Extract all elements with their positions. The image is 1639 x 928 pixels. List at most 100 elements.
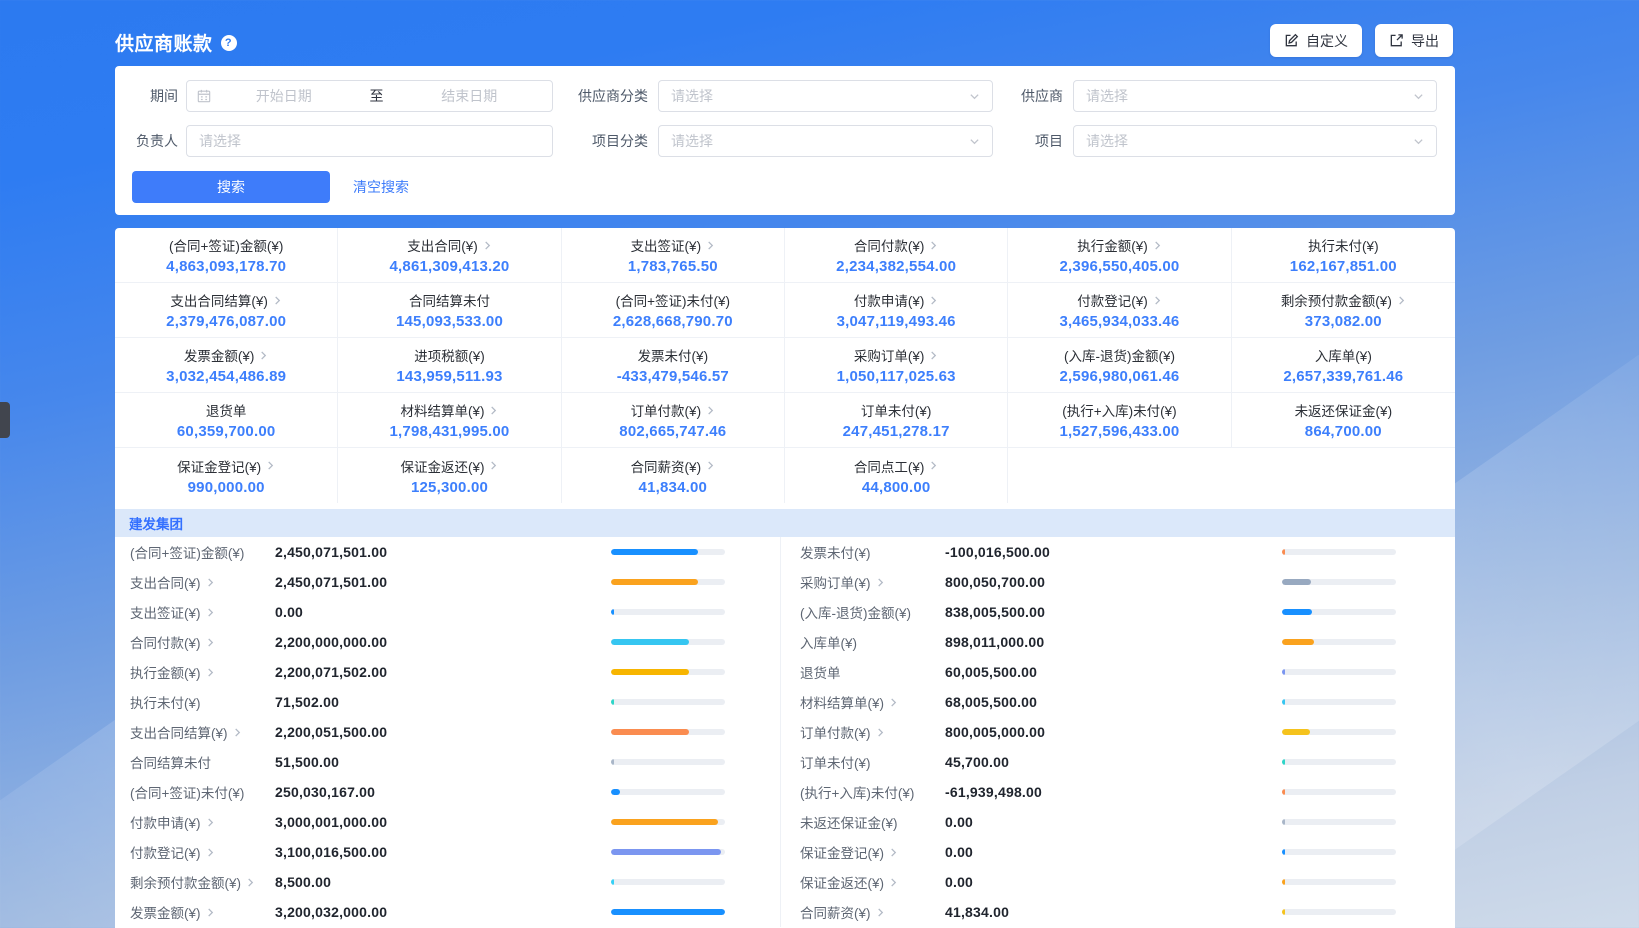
supplier-select[interactable]: 请选择 xyxy=(1073,80,1437,112)
summary-cell-value: 1,783,765.50 xyxy=(628,258,718,275)
project-category-label: 项目分类 xyxy=(528,125,648,157)
summary-cell[interactable]: 付款登记(¥)3,465,934,033.46 xyxy=(1008,283,1231,338)
metric-value: 3,000,001,000.00 xyxy=(275,814,611,830)
group-name: 建发集团 xyxy=(129,513,183,533)
metric-label[interactable]: 执行金额(¥) xyxy=(130,662,275,682)
summary-cell[interactable]: 发票金额(¥)3,032,454,486.89 xyxy=(115,338,338,393)
summary-cell-value: 2,379,476,087.00 xyxy=(166,313,286,330)
date-range-input[interactable]: 开始日期 至 结束日期 xyxy=(186,80,553,112)
start-date-input[interactable]: 开始日期 xyxy=(211,86,357,106)
metric-row: 保证金返还(¥)0.00 xyxy=(781,867,1455,897)
summary-cell[interactable]: 付款申请(¥)3,047,119,493.46 xyxy=(785,283,1008,338)
metric-value: 71,502.00 xyxy=(275,694,611,710)
summary-cell[interactable]: 支出合同结算(¥)2,379,476,087.00 xyxy=(115,283,338,338)
metric-label-text: 保证金返还(¥) xyxy=(800,872,884,892)
metric-label[interactable]: 付款登记(¥) xyxy=(130,842,275,862)
chevron-right-icon xyxy=(206,818,215,827)
metric-value: -100,016,500.00 xyxy=(945,544,1282,560)
metric-progress-bar xyxy=(1282,879,1396,885)
supplier-placeholder: 请选择 xyxy=(1086,86,1128,106)
metric-label[interactable]: 采购订单(¥) xyxy=(800,572,945,592)
summary-cell[interactable]: 保证金登记(¥)990,000.00 xyxy=(115,448,338,503)
metric-label[interactable]: 剩余预付款金额(¥) xyxy=(130,872,275,892)
metric-label[interactable]: 支出合同(¥) xyxy=(130,572,275,592)
metric-label-text: 入库单(¥) xyxy=(800,632,857,652)
metric-label[interactable]: 合同薪资(¥) xyxy=(800,902,945,922)
export-label: 导出 xyxy=(1411,31,1439,51)
summary-cell-label: 发票金额(¥) xyxy=(184,345,255,365)
summary-cell[interactable]: 保证金返还(¥)125,300.00 xyxy=(338,448,561,503)
chevron-right-icon xyxy=(483,241,492,250)
metric-row: 订单付款(¥)800,005,000.00 xyxy=(781,717,1455,747)
summary-cell-label: 未返还保证金(¥) xyxy=(1295,400,1393,420)
project-select[interactable]: 请选择 xyxy=(1073,125,1437,157)
metric-label[interactable]: 发票金额(¥) xyxy=(130,902,275,922)
summary-cell-empty xyxy=(1008,448,1231,503)
summary-cell-label: 合同付款(¥) xyxy=(854,235,925,255)
metric-progress-bar xyxy=(1282,819,1396,825)
chevron-right-icon xyxy=(1397,296,1406,305)
metric-row: 支出合同(¥)2,450,071,501.00 xyxy=(115,567,780,597)
metric-progress-bar xyxy=(1282,549,1396,555)
metric-row: 未返还保证金(¥)0.00 xyxy=(781,807,1455,837)
summary-cell-label: 材料结算单(¥) xyxy=(400,400,484,420)
end-date-input[interactable]: 结束日期 xyxy=(397,86,543,106)
metric-label[interactable]: 保证金返还(¥) xyxy=(800,872,945,892)
summary-cell-label: 入库单(¥) xyxy=(1315,345,1372,365)
summary-cell-value: 2,628,668,790.70 xyxy=(613,313,733,330)
summary-cell: (执行+入库)未付(¥)1,527,596,433.00 xyxy=(1008,393,1231,448)
metric-label[interactable]: 付款申请(¥) xyxy=(130,812,275,832)
metric-value: 2,200,071,502.00 xyxy=(275,664,611,680)
summary-grid: (合同+签证)金额(¥)4,863,093,178.70支出合同(¥)4,861… xyxy=(115,228,1455,503)
export-button[interactable]: 导出 xyxy=(1375,24,1453,57)
metric-label-text: 订单付款(¥) xyxy=(800,722,871,742)
metric-label[interactable]: 订单付款(¥) xyxy=(800,722,945,742)
chevron-right-icon xyxy=(206,668,215,677)
owner-input[interactable]: 请选择 xyxy=(186,125,553,157)
summary-cell-value: 143,959,511.93 xyxy=(396,368,502,385)
summary-cell[interactable]: 剩余预付款金额(¥)373,082.00 xyxy=(1232,283,1455,338)
clear-search-link[interactable]: 清空搜索 xyxy=(353,171,409,203)
summary-cell-label: 付款登记(¥) xyxy=(1077,290,1148,310)
metric-value: 3,200,032,000.00 xyxy=(275,904,611,920)
main-panel: (合同+签证)金额(¥)4,863,093,178.70支出合同(¥)4,861… xyxy=(115,228,1455,928)
date-range-separator: 至 xyxy=(357,86,397,106)
customize-button[interactable]: 自定义 xyxy=(1270,24,1362,57)
summary-cell-label: 付款申请(¥) xyxy=(854,290,925,310)
chevron-right-icon xyxy=(889,698,898,707)
side-drawer-handle[interactable] xyxy=(0,402,10,438)
summary-cell[interactable]: 支出合同(¥)4,861,309,413.20 xyxy=(338,228,561,283)
metric-label-text: 采购订单(¥) xyxy=(800,572,871,592)
summary-cell[interactable]: 支出签证(¥)1,783,765.50 xyxy=(562,228,785,283)
metric-label[interactable]: 支出合同结算(¥) xyxy=(130,722,275,742)
summary-cell[interactable]: 合同薪资(¥)41,834.00 xyxy=(562,448,785,503)
page-title: 供应商账款 ? xyxy=(115,29,237,56)
metric-label-text: (入库-退货)金额(¥) xyxy=(800,602,911,622)
summary-cell-label: 订单付款(¥) xyxy=(631,400,702,420)
chevron-down-icon xyxy=(1413,91,1424,102)
metric-row: 执行金额(¥)2,200,071,502.00 xyxy=(115,657,780,687)
metric-progress-bar xyxy=(611,609,725,615)
help-icon[interactable]: ? xyxy=(221,35,237,51)
summary-cell[interactable]: 订单付款(¥)802,665,747.46 xyxy=(562,393,785,448)
summary-cell-value: 1,050,117,025.63 xyxy=(837,368,956,385)
metric-label[interactable]: 合同付款(¥) xyxy=(130,632,275,652)
metric-label[interactable]: 材料结算单(¥) xyxy=(800,692,945,712)
metric-label[interactable]: 保证金登记(¥) xyxy=(800,842,945,862)
metric-label[interactable]: 支出签证(¥) xyxy=(130,602,275,622)
chevron-right-icon xyxy=(889,848,898,857)
summary-cell[interactable]: 合同付款(¥)2,234,382,554.00 xyxy=(785,228,1008,283)
search-button[interactable]: 搜索 xyxy=(132,171,330,203)
chevron-right-icon xyxy=(889,878,898,887)
summary-cell-value: 41,834.00 xyxy=(639,479,708,496)
summary-cell[interactable]: 采购订单(¥)1,050,117,025.63 xyxy=(785,338,1008,393)
supplier-category-placeholder: 请选择 xyxy=(671,86,713,106)
metric-progress-bar xyxy=(611,669,725,675)
summary-cell[interactable]: 执行金额(¥)2,396,550,405.00 xyxy=(1008,228,1231,283)
metric-value: 68,005,500.00 xyxy=(945,694,1282,710)
summary-cell[interactable]: 合同点工(¥)44,800.00 xyxy=(785,448,1008,503)
metric-progress-bar xyxy=(611,909,725,915)
chevron-right-icon xyxy=(206,908,215,917)
metric-row: 支出签证(¥)0.00 xyxy=(115,597,780,627)
summary-cell[interactable]: 材料结算单(¥)1,798,431,995.00 xyxy=(338,393,561,448)
